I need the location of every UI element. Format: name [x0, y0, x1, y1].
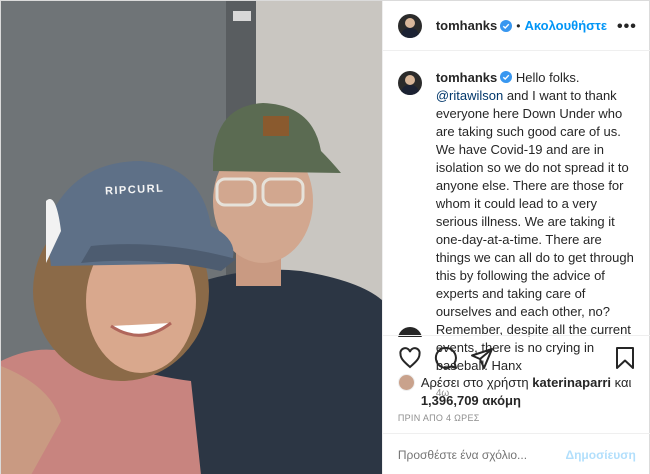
post-header: tomhanks • Ακολουθήστε •••	[382, 1, 650, 51]
bookmark-icon[interactable]	[613, 346, 637, 370]
post-comment-button[interactable]: Δημοσίευση	[565, 448, 635, 462]
share-icon[interactable]	[470, 346, 494, 370]
verified-badge-icon	[500, 71, 513, 83]
avatar[interactable]	[397, 13, 422, 38]
post-photo[interactable]: RIPCURL	[1, 1, 382, 474]
post-side-panel: tomhanks • Ακολουθήστε ••• tomhanks Hell…	[381, 1, 650, 474]
caption-avatar[interactable]	[397, 71, 422, 95]
liker-avatar[interactable]	[397, 374, 415, 391]
likes-count[interactable]: 1,396,709 ακόμη	[398, 392, 643, 410]
caption-username[interactable]: tomhanks	[436, 70, 497, 85]
follow-button[interactable]: Ακολουθήστε	[524, 18, 607, 33]
likes-summary: Αρέσει στο χρήστη katerinaparri και 1,39…	[397, 374, 643, 410]
comment-input[interactable]	[397, 447, 566, 462]
heart-icon[interactable]	[398, 346, 422, 370]
caption-mention-link[interactable]: @ritawilson	[436, 88, 503, 103]
more-options-icon[interactable]: •••	[617, 18, 637, 36]
post-timestamp[interactable]: ΠΡΙΝ ΑΠΟ 4 ΩΡΕΣ	[398, 413, 480, 423]
verified-badge-icon	[500, 19, 513, 32]
photo-illustration	[1, 1, 382, 474]
likes-mid: και	[611, 375, 632, 390]
header-username[interactable]: tomhanks	[436, 18, 497, 33]
instagram-post: RIPCURL tomhanks • Ακολουθήστε ••• tomha…	[0, 0, 650, 474]
comment-bar: Δημοσίευση	[382, 433, 650, 474]
action-bar	[382, 335, 650, 376]
likes-prefix: Αρέσει στο χρήστη	[420, 375, 533, 390]
caption-text-start: Hello folks.	[515, 70, 580, 85]
liker-username[interactable]: katerinaparri	[532, 375, 611, 390]
caption-text-rest: and I want to thank everyone here Down U…	[435, 88, 634, 373]
comment-icon[interactable]	[434, 346, 458, 370]
separator-dot: •	[516, 18, 521, 33]
